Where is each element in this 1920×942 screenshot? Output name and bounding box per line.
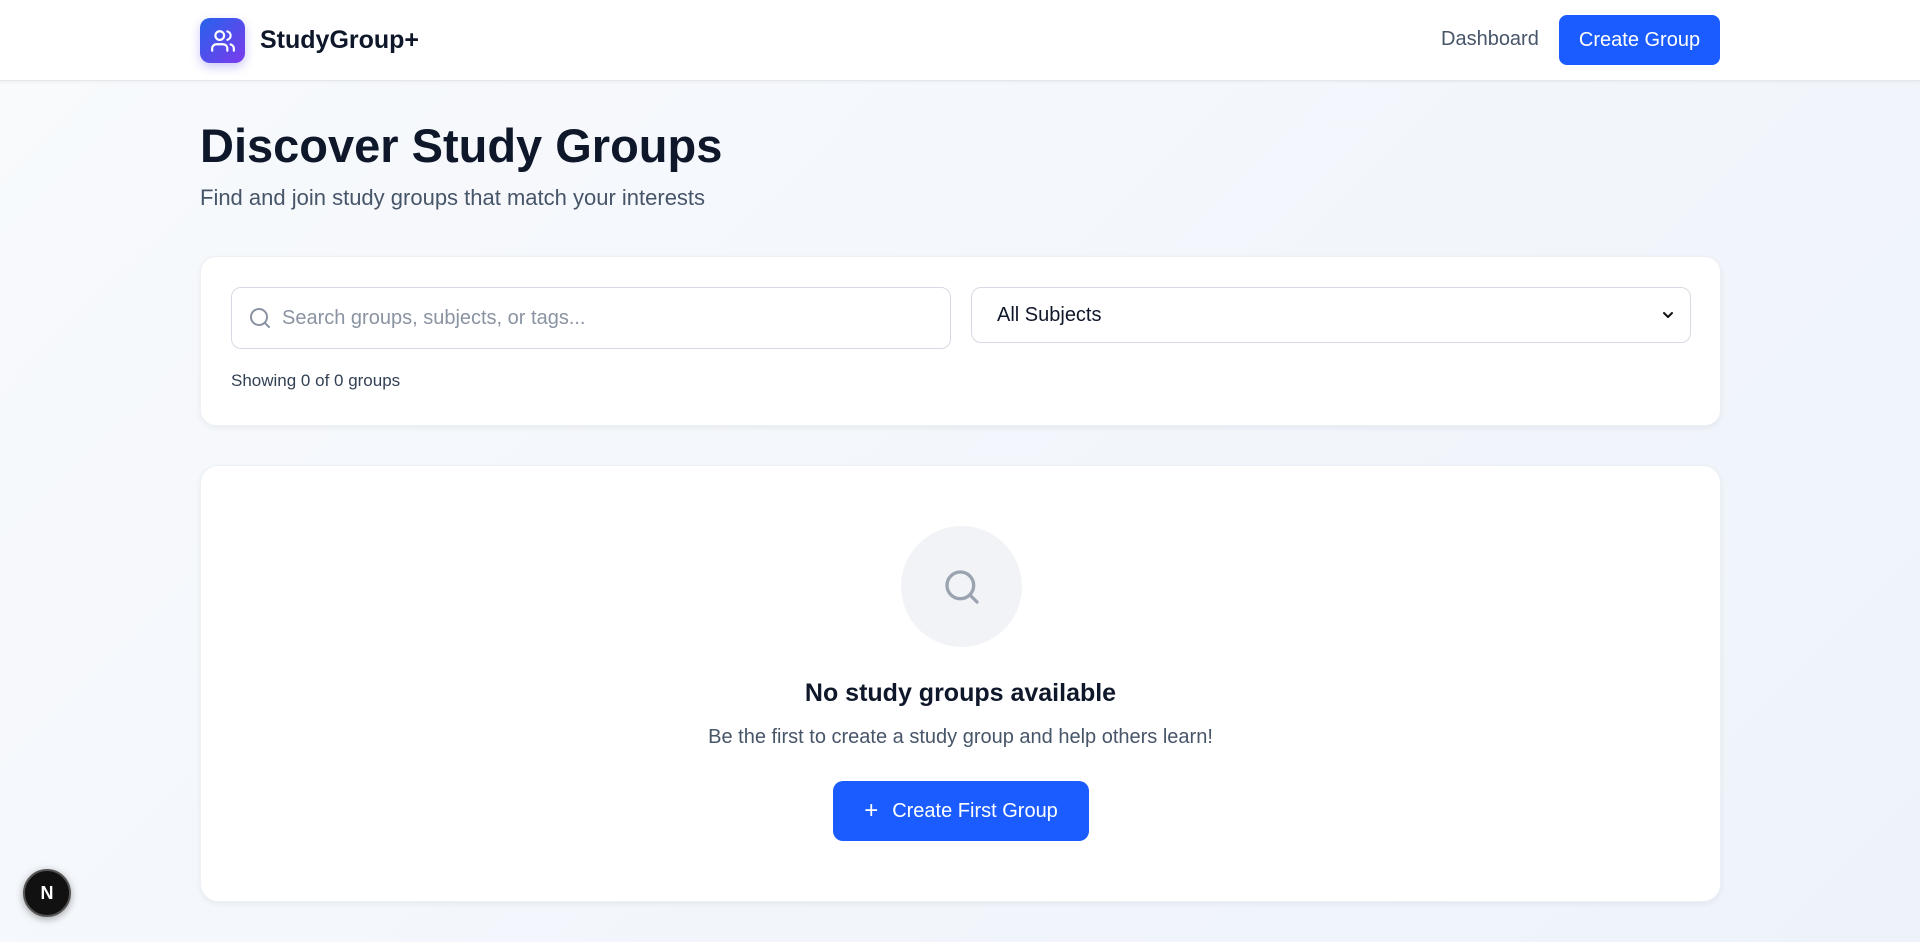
- search-box[interactable]: [231, 287, 951, 349]
- create-first-group-label: Create First Group: [892, 799, 1058, 822]
- empty-state-title: No study groups available: [804, 679, 1117, 707]
- top-navbar: StudyGroup+ Dashboard Create Group: [0, 0, 1920, 81]
- subject-select[interactable]: All Subjects: [971, 287, 1691, 343]
- nav-link-dashboard[interactable]: Dashboard: [1441, 28, 1539, 51]
- search-input[interactable]: [282, 306, 922, 330]
- brand[interactable]: StudyGroup+: [200, 18, 419, 63]
- nextjs-dev-badge[interactable]: N: [23, 869, 71, 917]
- chevron-down-icon: [1660, 307, 1676, 323]
- plus-icon: +: [864, 797, 879, 824]
- result-count: Showing 0 of 0 groups: [231, 371, 401, 390]
- filter-card: All Subjects Showing 0 of 0 groups: [200, 256, 1721, 426]
- brand-name: StudyGroup+: [260, 26, 420, 54]
- svg-text:N: N: [41, 883, 54, 903]
- subject-select-value: All Subjects: [997, 303, 1102, 326]
- search-icon: [901, 526, 1022, 647]
- create-group-button[interactable]: Create Group: [1559, 15, 1720, 65]
- nextjs-logo-icon: N: [41, 883, 54, 903]
- page-title: Discover Study Groups: [200, 119, 723, 172]
- create-first-group-button[interactable]: + Create First Group: [833, 781, 1089, 841]
- empty-state-card: No study groups available Be the first t…: [200, 465, 1721, 902]
- users-icon: [200, 18, 245, 63]
- page-subtitle: Find and join study groups that match yo…: [200, 185, 706, 210]
- search-icon: [248, 306, 272, 330]
- empty-state-description: Be the first to create a study group and…: [708, 726, 1213, 748]
